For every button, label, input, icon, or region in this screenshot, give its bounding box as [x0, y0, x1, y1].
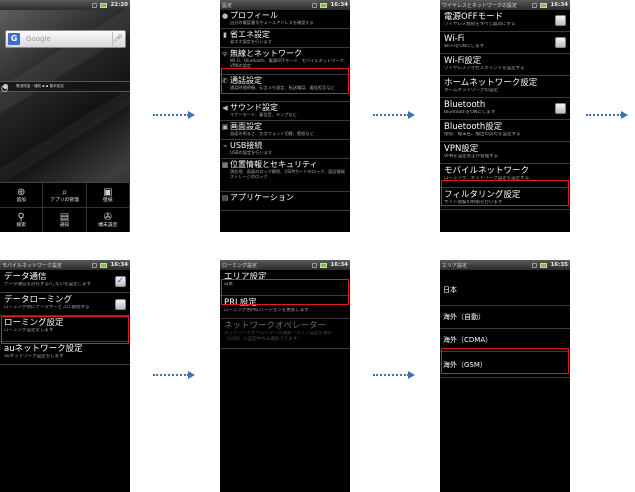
menu-item-add[interactable]: ⊕ 追加: [0, 183, 44, 208]
sound-icon: ◀: [222, 104, 228, 112]
apps-icon: ▤: [221, 194, 229, 202]
highlight-overseas-gsm: [441, 348, 569, 374]
status-bar: 22:20: [0, 0, 130, 10]
menu-item-settings[interactable]: ✇ 端末設定: [87, 208, 130, 232]
usb-icon: ⌁: [222, 142, 228, 150]
settings-item-apps[interactable]: ▤ アプリケーション: [220, 192, 350, 211]
settings-item-display[interactable]: ▣ 画面設定 画面の明るさ、文字フォント切替、壁紙など: [220, 121, 350, 140]
mobile-au-network[interactable]: auネットワーク設定 auネットワーク設定をします: [0, 342, 130, 365]
highlight-roaming-settings: [1, 316, 129, 344]
flow-arrow-1: [153, 111, 195, 119]
signal-icon: [92, 2, 98, 8]
profile-icon: ●: [221, 12, 229, 20]
highlight-mobile-network: [441, 180, 569, 206]
menu-item-search[interactable]: ⚲ 検索: [0, 208, 44, 232]
wireless-icon: ᯤ: [221, 50, 229, 58]
mobile-network-phone: モバイルネットワーク設定 16:34 データ通信 データ通信を許可する/しないを設…: [0, 260, 130, 492]
battery-icon: [540, 2, 548, 8]
highlight-wireless: [221, 68, 349, 94]
status-bar: エリア設定 16:35: [440, 260, 570, 270]
display-icon: ▣: [221, 123, 229, 131]
signal-icon: [92, 262, 98, 268]
data-checkbox-checked[interactable]: ✓: [115, 275, 126, 287]
home-screen-phone: 22:20 G Google 🎤︎ 電池残量・通知 ▪ ▪ 基本設定 ‹ ⊕ 追加…: [0, 0, 130, 232]
settings-item-sound[interactable]: ◀ サウンド設定 マナーモード、着信音、ランプなど: [220, 102, 350, 121]
airplane-checkbox[interactable]: [555, 15, 566, 26]
signal-icon: [532, 2, 538, 8]
flow-arrow-2: [373, 111, 415, 119]
settings-item-usb[interactable]: ⌁ USB接続 USBの設定を行います: [220, 140, 350, 159]
lock-icon: ▦: [221, 161, 229, 169]
google-search-widget[interactable]: G Google 🎤︎: [5, 30, 126, 48]
settings-item-eco[interactable]: ▮ 省エネ設定 省エネ設定を行います: [220, 29, 350, 48]
signal-icon: [532, 262, 538, 268]
wallpaper-icon: ▣: [103, 186, 113, 198]
area-option-japan[interactable]: 日本: [440, 274, 570, 306]
area-option-overseas-auto[interactable]: 海外（自動）: [440, 306, 570, 329]
signal-icon: [312, 262, 318, 268]
mobile-data-roaming[interactable]: データローミング ローミング時にデータサービスに接続する: [0, 293, 130, 316]
mobile-data-communication[interactable]: データ通信 データ通信を許可する/しないを設定します ✓: [0, 270, 130, 293]
flow-arrow-3: [586, 111, 628, 119]
battery-icon: [100, 2, 108, 8]
status-time: 16:34: [110, 262, 128, 268]
status-widget[interactable]: 電池残量・通知 ▪ ▪ 基本設定: [0, 81, 130, 92]
settings-icon: ✇: [103, 211, 113, 223]
screen-title: エリア設定: [442, 262, 468, 269]
menu-item-wallpaper[interactable]: ▣ 壁紙: [86, 183, 130, 208]
screen-title: モバイルネットワーク設定: [2, 262, 63, 269]
screenshot-canvas: 22:20 G Google 🎤︎ 電池残量・通知 ▪ ▪ 基本設定 ‹ ⊕ 追加…: [0, 0, 635, 492]
highlight-area-setting: [221, 279, 349, 305]
add-icon: ⊕: [16, 186, 26, 198]
eco-icon: ▮: [223, 31, 227, 39]
status-bar: 設定 16:34: [220, 0, 350, 10]
wireless-wifi[interactable]: Wi-Fi Wi-FiをONにします: [440, 32, 570, 54]
settings-phone: 設定 16:34 ● プロフィール 自分の電話番号やメールアドレスを確認する ▮ 省エ…: [220, 0, 350, 232]
status-time: 16:34: [330, 262, 348, 268]
wifi-checkbox[interactable]: [555, 37, 566, 48]
flow-arrow-5: [373, 371, 415, 379]
roaming-network-operator: ネットワークオペレーター ネットワークオペレーターの選択（エリア設定を海外（GSM…: [220, 319, 350, 349]
google-logo-icon: G: [8, 33, 20, 45]
wireless-home-network[interactable]: ホームネットワーク設定 ホームネットワークの設定: [440, 76, 570, 98]
wireless-settings-phone: ワイヤレスとネットワークの設定 16:34 電源OFFモード ワイヤレス接続をすべ…: [440, 0, 570, 232]
status-bar: ローミング設定 16:34: [220, 260, 350, 270]
notification-icon: ▤: [59, 211, 70, 223]
search-icon: ⚲: [17, 211, 25, 223]
bluetooth-checkbox[interactable]: [555, 103, 566, 114]
status-bar: モバイルネットワーク設定 16:34: [0, 260, 130, 270]
wireless-bluetooth-settings[interactable]: Bluetooth設定 接続、端末名、検出の許可を設定する: [440, 120, 570, 142]
wireless-wifi-settings[interactable]: Wi-Fi設定 ワイヤレスアクセスポイントを設定する: [440, 54, 570, 76]
mic-icon[interactable]: 🎤︎: [112, 32, 123, 46]
menu-item-notification[interactable]: ▤ 通知: [43, 208, 87, 232]
status-time: 16:34: [330, 2, 348, 8]
home-menu: ⊕ 追加 ⌕ アプリの管理 ▣ 壁紙 ⚲ 検索 ▤ 通知 ✇ 端末設定: [0, 182, 130, 232]
status-bar: ワイヤレスとネットワークの設定 16:34: [440, 0, 570, 10]
search-input[interactable]: Google: [26, 35, 112, 43]
status-time: 16:34: [550, 2, 568, 8]
area-setting-phone: エリア設定 16:35 日本 海外（自動） 海外（CDMA） 海外（GSM）: [440, 260, 570, 492]
status-time: 16:35: [550, 262, 568, 268]
wireless-airplane-mode[interactable]: 電源OFFモード ワイヤレス接続をすべて無効にする: [440, 10, 570, 32]
flow-arrow-4: [153, 371, 195, 379]
battery-icon: [320, 262, 328, 268]
wireless-vpn-settings[interactable]: VPN設定 VPNを設定および管理する: [440, 142, 570, 164]
battery-icon: [320, 2, 328, 8]
screen-title: 設定: [222, 2, 233, 9]
screen-title: ワイヤレスとネットワークの設定: [442, 2, 517, 9]
status-time: 22:20: [110, 2, 128, 8]
roaming-settings-phone: ローミング設定 16:34 エリア設定 日本 PRL設定 ローミング用PRLバージョ…: [220, 260, 350, 492]
wireless-bluetooth[interactable]: Bluetooth BluetoothをONにします: [440, 98, 570, 120]
battery-icon: [100, 262, 108, 268]
menu-item-app-manage[interactable]: ⌕ アプリの管理: [43, 183, 87, 208]
settings-item-security[interactable]: ▦ 位置情報とセキュリティ 現在地、画面のロック解除、USIMカードのロック、認証情…: [220, 159, 350, 192]
settings-item-profile[interactable]: ● プロフィール 自分の電話番号やメールアドレスを確認する: [220, 10, 350, 29]
screen-title: ローミング設定: [222, 262, 258, 269]
signal-icon: [312, 2, 318, 8]
widget-text: 電池残量・通知 ▪ ▪ 基本設定: [16, 84, 64, 88]
battery-icon: [540, 262, 548, 268]
roaming-checkbox[interactable]: [115, 298, 126, 310]
left-scroll-icon[interactable]: ‹: [1, 85, 8, 92]
app-manage-icon: ⌕: [61, 186, 68, 198]
